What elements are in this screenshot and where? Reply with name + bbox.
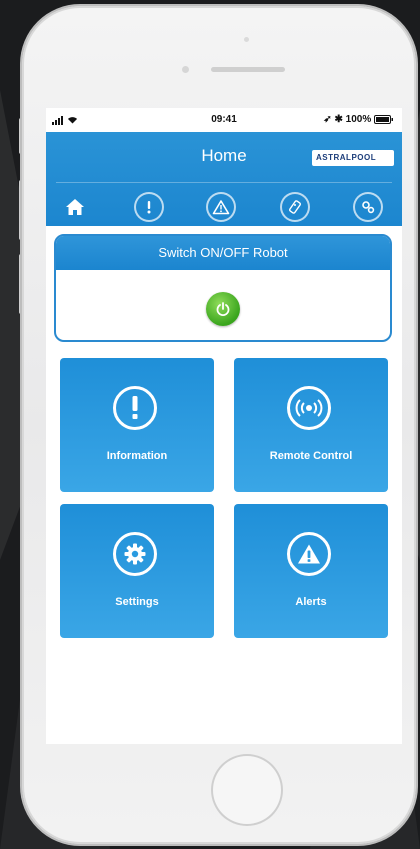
app-header: Home ASTRALPOOL: [46, 132, 402, 226]
home-icon: [66, 199, 84, 215]
warning-icon: [287, 532, 331, 576]
tile-settings-label: Settings: [115, 596, 159, 608]
battery-icon: [374, 114, 393, 124]
battery-percent: 100%: [345, 114, 372, 125]
tile-alerts[interactable]: Alerts: [234, 504, 388, 638]
robot-power-title: Switch ON/OFF Robot: [56, 236, 390, 270]
header-divider: [56, 182, 392, 183]
sensor-dot: [244, 37, 249, 42]
power-icon: [216, 302, 230, 316]
tab-alerts[interactable]: [206, 192, 236, 222]
brand-logo: ASTRALPOOL: [312, 150, 394, 166]
tile-information[interactable]: Information: [60, 358, 214, 492]
alert-icon: [212, 200, 230, 215]
settings-icon: [362, 201, 375, 214]
tile-settings[interactable]: Settings: [60, 504, 214, 638]
tab-remote[interactable]: [280, 192, 310, 222]
front-camera: [182, 66, 189, 73]
tab-home[interactable]: [60, 192, 90, 222]
information-icon: [113, 386, 157, 430]
information-icon: [147, 201, 151, 214]
status-battery: ➶ ✱ 100%: [323, 114, 394, 125]
gear-icon: [113, 532, 157, 576]
status-bar: 09:41 ➶ ✱ 100%: [46, 108, 402, 132]
tile-alerts-label: Alerts: [295, 596, 327, 608]
tile-information-label: Information: [106, 450, 168, 462]
remote-control-icon: [287, 386, 331, 430]
location-bluetooth-icon: ➶ ✱: [323, 114, 346, 125]
robot-power-card: Switch ON/OFF Robot: [54, 234, 392, 342]
tile-remote-control-label: Remote Control: [269, 450, 353, 462]
tab-settings[interactable]: [353, 192, 383, 222]
tile-remote-control[interactable]: Remote Control: [234, 358, 388, 492]
tab-information[interactable]: [134, 192, 164, 222]
home-button[interactable]: [211, 754, 283, 826]
remote-icon: [288, 200, 302, 214]
earpiece-speaker: [211, 67, 285, 72]
power-toggle-button[interactable]: [206, 292, 240, 326]
app-screen: 09:41 ➶ ✱ 100% Home ASTRALPOOL Switch ON…: [46, 108, 402, 744]
tab-bar: [46, 188, 402, 224]
